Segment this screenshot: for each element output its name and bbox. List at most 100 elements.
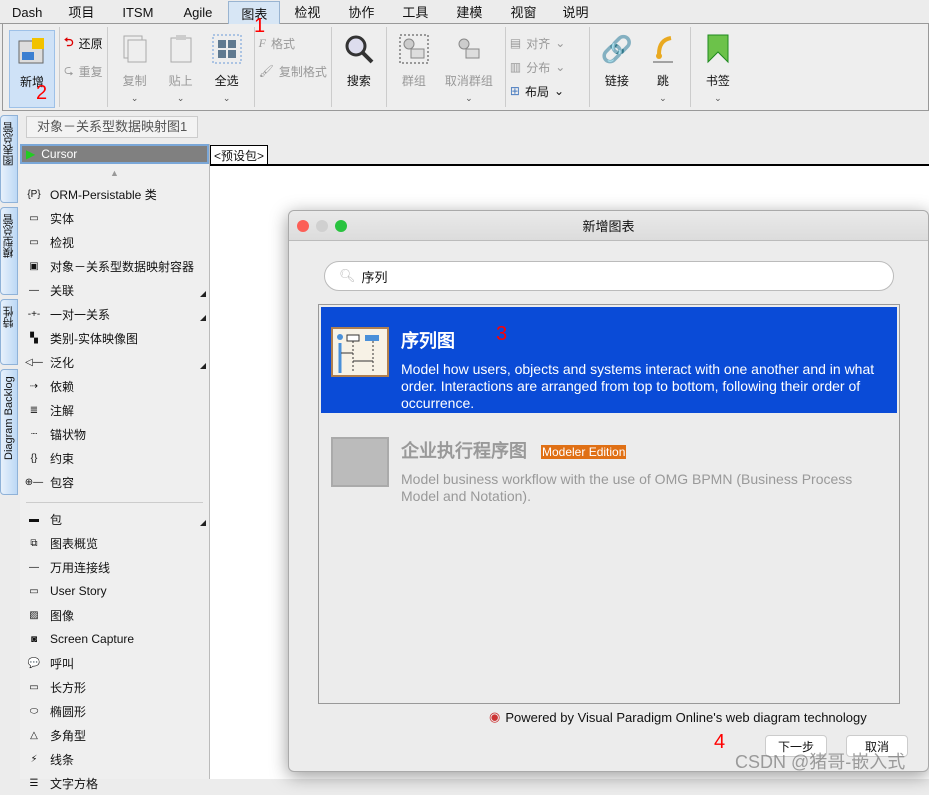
palette-item[interactable]: ☰ 文字方格 <box>20 771 209 795</box>
menu-team[interactable]: 协作 <box>334 0 388 24</box>
link-button[interactable]: 🔗 链接 <box>594 30 640 108</box>
menu-window[interactable]: 视窗 <box>496 0 550 24</box>
palette-item[interactable]: 💬 呼叫 <box>20 651 209 675</box>
palette-item[interactable]: {P} ORM-Persistable 类 <box>20 182 209 206</box>
palette-item[interactable]: ◙ Screen Capture <box>20 627 209 651</box>
menu-tools[interactable]: 工具 <box>388 0 442 24</box>
view-icon: ▭ <box>29 236 39 248</box>
select-all-button[interactable]: 全选 ⌄ <box>204 30 250 108</box>
submenu-indicator-icon[interactable] <box>200 520 206 526</box>
menu-modeling[interactable]: 建模 <box>442 0 496 24</box>
palette-item[interactable]: ▨ 图像 <box>20 603 209 627</box>
palette-item-label: 图表概览 <box>50 536 99 551</box>
tab-diagram-navigator[interactable]: 图表总管 <box>0 115 18 203</box>
palette-item[interactable]: ⊕— 包容 <box>20 470 209 494</box>
bookmark-button[interactable]: 书签 ⌄ <box>695 30 741 108</box>
palette-item[interactable]: ⇢ 依赖 <box>20 374 209 398</box>
redo-icon: ⮎ <box>64 62 74 77</box>
close-button[interactable] <box>297 220 309 232</box>
palette-item[interactable]: ▭ User Story <box>20 579 209 603</box>
format-button[interactable]: F 格式 <box>259 34 327 52</box>
paste-button[interactable]: 贴上 ⌄ <box>158 30 204 108</box>
palette-item[interactable]: ◁— 泛化 <box>20 350 209 374</box>
orm-container-icon: ▣ <box>29 260 39 272</box>
minimize-button[interactable] <box>316 220 328 232</box>
palette-item[interactable]: ▚ 类别-实体映像图 <box>20 326 209 350</box>
palette-item[interactable]: ⧉ 图表概览 <box>20 531 209 555</box>
menu-project[interactable]: 项目 <box>54 0 108 24</box>
palette-item[interactable]: ┈ 锚状物 <box>20 422 209 446</box>
palette-item-label: 图像 <box>50 608 75 623</box>
one-to-one-icon: -+- <box>27 308 41 320</box>
palette-item-label: 锚状物 <box>50 427 87 442</box>
palette-item-label: 呼叫 <box>50 656 75 671</box>
tab-properties[interactable]: 特性 <box>0 299 18 365</box>
palette-item-label: User Story <box>50 584 107 598</box>
search-button[interactable]: 搜索 <box>336 30 382 108</box>
result-sequence-diagram[interactable]: 序列图 3 Model how users, objects and syste… <box>321 307 897 413</box>
submenu-indicator-icon[interactable] <box>200 315 206 321</box>
menu-help[interactable]: 说明 <box>550 0 600 24</box>
palette-item[interactable]: ▬ 包 <box>20 507 209 531</box>
palette-item[interactable]: {} 约束 <box>20 446 209 470</box>
submenu-indicator-icon[interactable] <box>200 291 206 297</box>
palette-item-label: 泛化 <box>50 355 75 370</box>
palette-item[interactable]: — 关联 <box>20 278 209 302</box>
result-title: 企业执行程序图 <box>401 441 527 461</box>
search-icon: 🔍︎ <box>339 268 356 283</box>
ungroup-button[interactable]: 取消群组 ⌄ <box>437 30 501 108</box>
palette-item-label: 椭圆形 <box>50 704 87 719</box>
palette-item[interactable]: ▭ 实体 <box>20 206 209 230</box>
menu-view[interactable]: 检视 <box>280 0 334 24</box>
menu-agile[interactable]: Agile <box>167 0 228 24</box>
palette-cursor[interactable]: ▶ Cursor <box>20 144 209 164</box>
menu-dash[interactable]: Dash <box>0 0 54 24</box>
chevron-down-icon: ⌄ <box>222 93 231 103</box>
palette-item[interactable]: ▣ 对象－关系型数据映射容器 <box>20 254 209 278</box>
scroll-up-icon[interactable]: ▲ <box>20 164 209 182</box>
distribute-button[interactable]: ▥ 分布 ⌄ <box>510 58 565 76</box>
copy-button[interactable]: 复制 ⌄ <box>112 30 158 108</box>
breadcrumb[interactable]: 对象－关系型数据映射图1 <box>26 116 199 138</box>
palette-item[interactable]: ≣ 注解 <box>20 398 209 422</box>
chevron-down-icon: ⌄ <box>176 93 185 103</box>
layout-button[interactable]: ⊞ 布局 ⌄ <box>510 82 565 100</box>
tab-diagram-backlog[interactable]: Diagram Backlog <box>0 369 18 495</box>
redo-button[interactable]: ⮎ 重复 <box>64 62 103 80</box>
palette-item[interactable]: ⚡ 线条 <box>20 747 209 771</box>
maximize-button[interactable] <box>335 220 347 232</box>
group-label: 群组 <box>401 74 426 88</box>
palette-item[interactable]: ▭ 长方形 <box>20 675 209 699</box>
diagram-search-input[interactable]: 🔍︎ 序列 <box>324 261 894 291</box>
package-tab[interactable]: <预设包> <box>210 145 269 166</box>
jump-icon <box>648 34 678 64</box>
copy-format-button[interactable]: 🖌 复制格式 <box>259 62 327 80</box>
menu-itsm[interactable]: ITSM <box>108 0 167 24</box>
palette-item-label: 文字方格 <box>50 776 99 791</box>
watermark: CSDN @猪哥-嵌入式 <box>735 752 906 772</box>
palette-item[interactable]: — 万用连接线 <box>20 555 209 579</box>
result-business-process-diagram[interactable]: 企业执行程序图 Modeler Edition Model business wo… <box>321 417 897 523</box>
undo-button[interactable]: ⮌ 还原 <box>64 34 103 52</box>
bookmark-label: 书签 <box>705 74 730 88</box>
side-tabs: 图表总管 模型总管 特性 Diagram Backlog <box>0 115 20 499</box>
palette-item-label: 包 <box>50 512 63 527</box>
annotation-1: 1 <box>254 15 266 37</box>
group-button[interactable]: 群组 <box>391 30 437 108</box>
distribute-label: 分布 <box>526 60 551 75</box>
palette-item[interactable]: ▭ 检视 <box>20 230 209 254</box>
new-diagram-button[interactable]: 新增 <box>9 30 55 108</box>
palette-item[interactable]: -+- 一对一关系 <box>20 302 209 326</box>
palette-item[interactable]: △ 多角型 <box>20 723 209 747</box>
submenu-indicator-icon[interactable] <box>200 363 206 369</box>
jump-button[interactable]: 跳 ⌄ <box>640 30 686 108</box>
edition-badge: Modeler Edition <box>541 445 627 460</box>
containment-icon: ⊕— <box>24 476 44 488</box>
align-button[interactable]: ▤ 对齐 ⌄ <box>510 34 565 52</box>
align-label: 对齐 <box>526 36 551 51</box>
tab-model-explorer[interactable]: 模型总管 <box>0 207 18 295</box>
palette-item[interactable]: ⬭ 椭圆形 <box>20 699 209 723</box>
chevron-down-icon: ⌄ <box>465 93 473 103</box>
chevron-down-icon: ⌄ <box>130 93 139 103</box>
undo-icon: ⮌ <box>64 34 74 49</box>
